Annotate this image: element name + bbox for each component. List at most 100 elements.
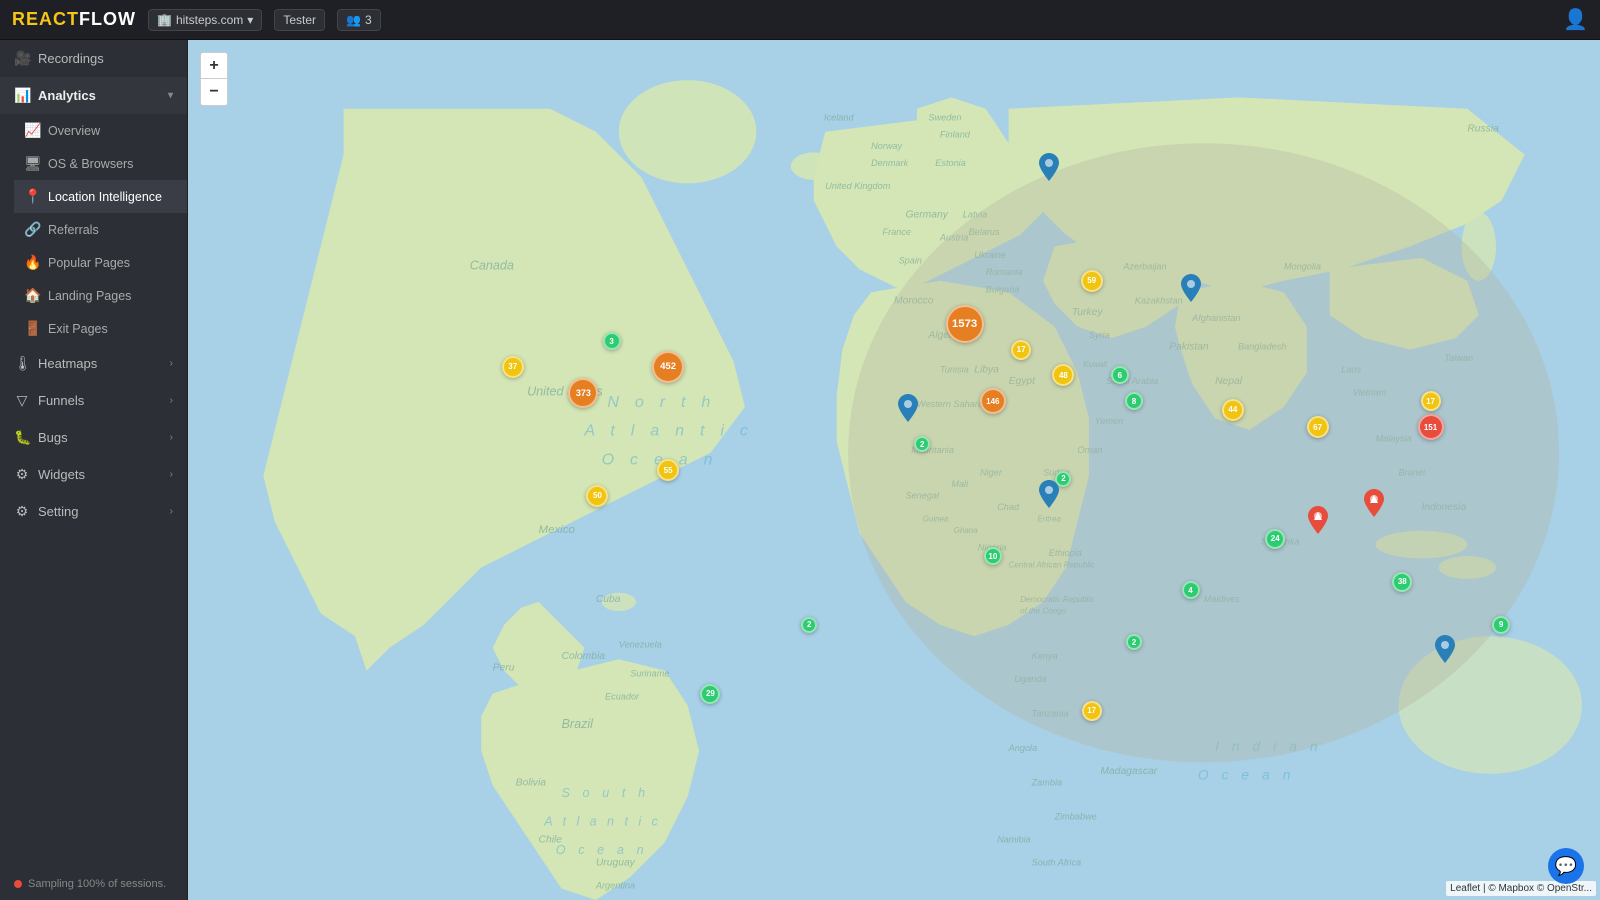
map-cluster-marker[interactable]: 452 <box>652 351 684 383</box>
map-zoom-controls[interactable]: + − <box>200 52 228 106</box>
map-location-pin[interactable] <box>1181 274 1201 307</box>
referrals-icon: 🔗 <box>24 221 40 238</box>
map-cluster-marker[interactable]: 17 <box>1011 340 1031 360</box>
sidebar-item-os-browsers[interactable]: 🖥 OS & Browsers <box>14 147 187 180</box>
svg-text:Peru: Peru <box>493 663 515 674</box>
zoom-out-button[interactable]: − <box>201 79 227 105</box>
map-cluster-marker[interactable]: 2 <box>801 617 817 633</box>
heatmaps-chevron: › <box>170 358 173 369</box>
svg-text:Cuba: Cuba <box>596 594 621 605</box>
map-cluster-marker[interactable]: 59 <box>1081 270 1103 292</box>
map-cluster-marker[interactable]: 2 <box>1126 634 1142 650</box>
svg-text:Norway: Norway <box>871 141 903 151</box>
map-location-pin[interactable] <box>1364 489 1384 522</box>
heatmaps-label: Heatmaps <box>38 356 97 371</box>
referrals-label: Referrals <box>48 223 99 237</box>
sidebar-item-widgets[interactable]: ⚙ Widgets › <box>0 456 187 493</box>
popular-icon: 🔥 <box>24 254 40 271</box>
svg-text:Russia: Russia <box>1467 124 1499 135</box>
world-map-svg: Canada United States Mexico Cuba Brazil … <box>188 40 1600 900</box>
map-cluster-marker[interactable]: 6 <box>1111 366 1129 384</box>
sidebar-item-landing-pages[interactable]: 🏠 Landing Pages <box>14 279 187 312</box>
sidebar-item-bugs[interactable]: 🐛 Bugs › <box>0 419 187 456</box>
zoom-in-button[interactable]: + <box>201 53 227 79</box>
logo-flow: FLOW <box>79 9 136 29</box>
widgets-icon: ⚙ <box>14 466 30 483</box>
logo-react: REACT <box>12 9 79 29</box>
map-cluster-marker[interactable]: 10 <box>984 547 1002 565</box>
sampling-text: Sampling 100% of sessions. <box>28 878 166 890</box>
site-selector[interactable]: 🏢 hitsteps.com ▾ <box>148 9 262 31</box>
user-account-icon[interactable]: 👤 <box>1563 7 1588 32</box>
map-location-pin[interactable] <box>1039 153 1059 186</box>
map-attribution: Leaflet | © Mapbox © OpenStr... <box>1446 881 1596 896</box>
map-cluster-marker[interactable]: 17 <box>1082 701 1102 721</box>
svg-text:Canada: Canada <box>470 258 514 272</box>
map-cluster-marker[interactable]: 9 <box>1492 616 1510 634</box>
svg-text:South Africa: South Africa <box>1032 858 1082 868</box>
sidebar-item-recordings[interactable]: 🎥 Recordings <box>0 40 187 77</box>
map-cluster-marker[interactable]: 2 <box>914 436 930 452</box>
svg-text:France: France <box>883 227 912 237</box>
exit-label: Exit Pages <box>48 322 108 336</box>
svg-text:Madagascar: Madagascar <box>1100 766 1157 777</box>
analytics-submenu: 📈 Overview 🖥 OS & Browsers 📍 Location In… <box>0 114 187 345</box>
site-chevron: ▾ <box>247 13 253 27</box>
svg-text:Estonia: Estonia <box>935 158 966 168</box>
map-cluster-marker[interactable]: 24 <box>1265 529 1285 549</box>
map-location-pin[interactable] <box>898 394 918 427</box>
widgets-label: Widgets <box>38 467 85 482</box>
map-cluster-marker[interactable]: 3 <box>603 332 621 350</box>
analytics-icon: 📊 <box>14 87 30 104</box>
map-location-pin[interactable] <box>1039 480 1059 513</box>
sidebar-item-location[interactable]: 📍 Location Intelligence <box>14 180 187 213</box>
map-cluster-marker[interactable]: 17 <box>1421 391 1441 411</box>
logo[interactable]: REACTFLOW <box>12 9 136 30</box>
map-cluster-marker[interactable]: 48 <box>1052 364 1074 386</box>
bugs-icon: 🐛 <box>14 429 30 446</box>
sidebar-item-funnels[interactable]: ▽ Funnels › <box>0 382 187 419</box>
map-cluster-marker[interactable]: 55 <box>657 459 679 481</box>
funnels-label: Funnels <box>38 393 84 408</box>
widgets-chevron: › <box>170 469 173 480</box>
funnels-chevron: › <box>170 395 173 406</box>
svg-text:Germany: Germany <box>905 210 948 221</box>
map-cluster-marker[interactable]: 29 <box>700 684 720 704</box>
map-cluster-marker[interactable]: 1573 <box>946 305 984 343</box>
map-cluster-marker[interactable]: 4 <box>1182 581 1200 599</box>
sidebar-item-setting[interactable]: ⚙ Setting › <box>0 493 187 530</box>
map-cluster-marker[interactable]: 38 <box>1392 572 1412 592</box>
sidebar-item-overview[interactable]: 📈 Overview <box>14 114 187 147</box>
sidebar-item-analytics[interactable]: 📊 Analytics ▾ <box>0 77 187 114</box>
sidebar-item-popular-pages[interactable]: 🔥 Popular Pages <box>14 246 187 279</box>
map-cluster-marker[interactable]: 37 <box>502 356 524 378</box>
map-container[interactable]: Canada United States Mexico Cuba Brazil … <box>188 40 1600 900</box>
recordings-label: Recordings <box>38 51 104 66</box>
svg-text:S o u t h: S o u t h <box>561 786 649 800</box>
sidebar-item-heatmaps[interactable]: 🌡 Heatmaps › <box>0 345 187 382</box>
map-location-pin[interactable] <box>1308 506 1328 539</box>
bugs-label: Bugs <box>38 430 68 445</box>
chat-button[interactable]: 💬 <box>1548 848 1584 884</box>
svg-text:Bolivia: Bolivia <box>516 777 547 788</box>
map-cluster-marker[interactable]: 151 <box>1418 414 1444 440</box>
setting-icon: ⚙ <box>14 503 30 520</box>
map-cluster-marker[interactable]: 146 <box>980 388 1006 414</box>
svg-text:Sweden: Sweden <box>928 112 961 122</box>
sidebar-item-exit-pages[interactable]: 🚪 Exit Pages <box>14 312 187 345</box>
map-cluster-marker[interactable]: 44 <box>1222 399 1244 421</box>
svg-text:Spain: Spain <box>899 256 922 266</box>
team-badge[interactable]: 👥 3 <box>337 9 381 31</box>
svg-text:O c e a n: O c e a n <box>1198 768 1295 783</box>
sidebar-item-referrals[interactable]: 🔗 Referrals <box>14 213 187 246</box>
map-cluster-marker[interactable]: 67 <box>1307 416 1329 438</box>
svg-text:Uruguay: Uruguay <box>596 858 636 869</box>
svg-text:Iceland: Iceland <box>824 112 854 122</box>
analytics-chevron: ▾ <box>168 90 173 101</box>
map-cluster-marker[interactable]: 50 <box>586 485 608 507</box>
svg-text:Zimbabwe: Zimbabwe <box>1054 812 1097 822</box>
map-location-pin[interactable] <box>1435 635 1455 668</box>
map-cluster-marker[interactable]: 373 <box>568 378 598 408</box>
recordings-icon: 🎥 <box>14 50 30 67</box>
map-cluster-marker[interactable]: 8 <box>1125 392 1143 410</box>
